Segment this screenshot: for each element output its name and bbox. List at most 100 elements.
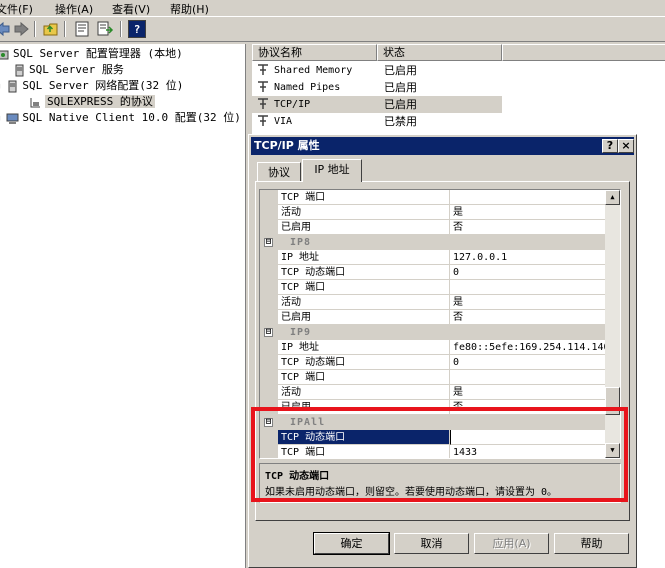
cancel-button[interactable]: 取消 (394, 533, 469, 554)
grid-property-row[interactable]: TCP 端口 (260, 280, 608, 295)
grid-property-name: 已启用 (278, 400, 450, 415)
menu-action[interactable]: 操作(A) (55, 1, 93, 17)
tcpip-properties-dialog: TCP/IP 属性 ? × 协议 IP 地址 TCP 端口 活动是已启用否 ⊟ IP8… (248, 134, 637, 568)
grid-property-row[interactable]: TCP 端口 (260, 190, 608, 205)
grid-property-value[interactable] (450, 280, 608, 295)
grid-property-value[interactable]: fe80::5efe:169.254.114.140% (450, 340, 608, 355)
collapse-icon[interactable]: ⊟ (264, 238, 273, 247)
grid-property-value[interactable]: 否 (450, 310, 608, 325)
grid-property-row[interactable]: 活动是 (260, 205, 608, 220)
up-folder-icon[interactable] (42, 20, 60, 38)
grid-property-row[interactable]: TCP 动态端口 0 (260, 265, 608, 280)
grid-property-value[interactable] (450, 370, 608, 385)
grid-category-label: IP9 (290, 327, 312, 338)
grid-property-name: TCP 端口 (278, 445, 450, 458)
grid-property-value[interactable]: 127.0.0.1 (450, 250, 608, 265)
grid-category-row[interactable]: ⊟ IP9 (260, 325, 608, 340)
scroll-down-arrow-icon[interactable]: ▼ (605, 443, 620, 458)
list-item-named-pipes[interactable]: Named Pipes 已启用 (252, 79, 502, 96)
collapse-icon[interactable]: ⊟ (264, 418, 273, 427)
list-item-tcp-ip[interactable]: TCP/IP 已启用 (252, 96, 502, 113)
description-text: 如果未启用动态端口，则留空。若要使用动态端口，请设置为 0。 (265, 487, 558, 498)
grid-property-row[interactable]: TCP 动态端口 (260, 430, 608, 445)
grid-property-value[interactable]: 否 (450, 220, 608, 235)
help-icon[interactable]: ? (602, 139, 618, 153)
tree-item-native-client[interactable]: ⊞ SQL Native Client 10.0 配置(32 位) (0, 110, 241, 126)
tab-ip-address[interactable]: IP 地址 (302, 159, 362, 182)
grid-property-row[interactable]: IP 地址 127.0.0.1 (260, 250, 608, 265)
tree-item-label: SQL Server 网络配置(32 位) (22, 79, 184, 92)
grid-indent (260, 280, 278, 295)
properties-icon[interactable] (73, 20, 91, 38)
protocol-name: TCP/IP (274, 99, 311, 110)
menu-bar: 文件(F) 操作(A) 查看(V) 帮助(H) (0, 0, 665, 16)
list-header: 协议名称 状态 (252, 44, 665, 61)
grid-property-row[interactable]: 已启用否 (260, 310, 608, 325)
grid-property-name: IP 地址 (278, 340, 450, 355)
tree-item-sql-services[interactable]: SQL Server 服务 (13, 62, 124, 78)
grid-property-row[interactable]: 活动是 (260, 385, 608, 400)
grid-property-value[interactable]: 是 (450, 205, 608, 220)
grid-property-row[interactable]: 活动是 (260, 295, 608, 310)
scroll-thumb[interactable] (605, 387, 620, 415)
grid-category-row[interactable]: ⊟ IP8 (260, 235, 608, 250)
column-header-status[interactable]: 状态 (377, 44, 502, 61)
dialog-title: TCP/IP 属性 (254, 139, 320, 152)
menu-file[interactable]: 文件(F) (0, 1, 33, 17)
menu-help[interactable]: 帮助(H) (170, 1, 209, 17)
grid-indent (260, 370, 278, 385)
dialog-title-bar[interactable]: TCP/IP 属性 ? × (251, 137, 634, 155)
grid-property-row[interactable]: TCP 端口 1433 (260, 445, 608, 458)
grid-property-name: TCP 动态端口 (278, 430, 450, 445)
grid-property-value[interactable]: 1433 (450, 445, 608, 458)
grid-property-value[interactable]: 0 (450, 265, 608, 280)
vertical-scrollbar[interactable]: ▲ ▼ (605, 190, 620, 458)
menu-view[interactable]: 查看(V) (112, 1, 150, 17)
toolbar-separator (120, 21, 122, 37)
list-item-shared-memory[interactable]: Shared Memory 已启用 (252, 62, 502, 79)
grid-property-row[interactable]: 已启用否 (260, 400, 608, 415)
back-icon[interactable] (0, 20, 12, 38)
tree-item-sqlexpress-protocols[interactable]: SQLEXPRESS 的协议 (29, 94, 155, 110)
grid-property-row[interactable]: TCP 动态端口 0 (260, 355, 608, 370)
column-header-protocol-name[interactable]: 协议名称 (252, 44, 377, 61)
grid-property-value[interactable] (450, 190, 608, 205)
protocol-icon (256, 113, 270, 133)
property-grid: TCP 端口 活动是已启用否 ⊟ IP8 IP 地址 127.0.0.1 TCP 动态端口 0… (259, 189, 621, 459)
grid-category-row[interactable]: ⊟ IPAll (260, 415, 608, 430)
grid-indent (260, 295, 278, 310)
grid-property-row[interactable]: 已启用否 (260, 220, 608, 235)
grid-property-name: 已启用 (278, 310, 450, 325)
help-button[interactable]: 帮助 (554, 533, 629, 554)
tree-item-label: SQL Server 配置管理器 (本地) (13, 47, 183, 60)
toolbar: ? (0, 16, 665, 42)
tree-item-network-config[interactable]: ⊟ SQL Server 网络配置(32 位) (0, 78, 183, 94)
grid-property-row[interactable]: IP 地址 fe80::5efe:169.254.114.140% (260, 340, 608, 355)
export-list-icon[interactable] (96, 20, 114, 38)
network-server-icon (6, 80, 19, 93)
help-icon[interactable]: ? (128, 20, 146, 38)
list-item-via[interactable]: VIA 已禁用 (252, 113, 502, 130)
collapse-icon[interactable]: ⊟ (264, 328, 273, 337)
forward-icon[interactable] (12, 20, 30, 38)
protocol-status: 已启用 (384, 64, 417, 77)
tree-item-config-manager[interactable]: SQL Server 配置管理器 (本地) (0, 46, 183, 62)
scroll-up-arrow-icon[interactable]: ▲ (605, 190, 620, 205)
protocol-name: Shared Memory (274, 65, 353, 76)
apply-button[interactable]: 应用(A) (474, 533, 549, 554)
grid-property-name: TCP 动态端口 (278, 355, 450, 370)
grid-property-value[interactable] (450, 430, 608, 445)
grid-property-value[interactable]: 否 (450, 400, 608, 415)
grid-property-value[interactable]: 是 (450, 385, 608, 400)
grid-property-row[interactable]: TCP 端口 (260, 370, 608, 385)
grid-property-value[interactable]: 0 (450, 355, 608, 370)
config-manager-icon (0, 48, 10, 61)
client-icon (6, 112, 19, 125)
grid-indent (260, 400, 278, 415)
ok-button[interactable]: 确定 (313, 532, 390, 555)
grid-property-name: 活动 (278, 385, 450, 400)
grid-property-name: 已启用 (278, 220, 450, 235)
close-icon[interactable]: × (618, 139, 634, 153)
grid-property-value[interactable]: 是 (450, 295, 608, 310)
tab-protocol[interactable]: 协议 (257, 162, 301, 182)
